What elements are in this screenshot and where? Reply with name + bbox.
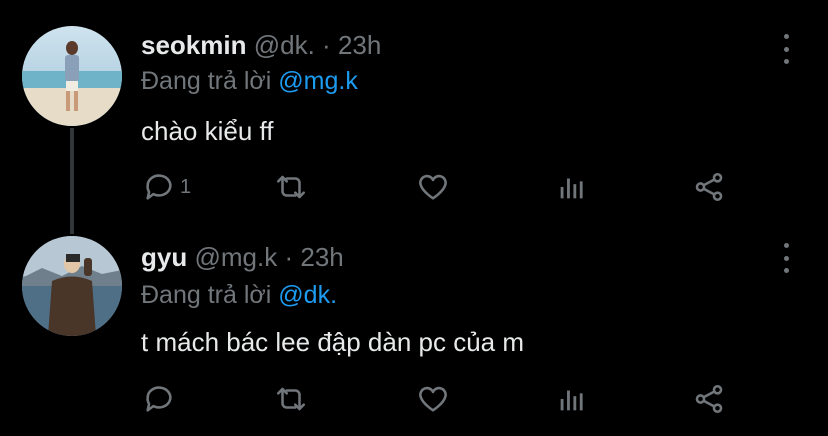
share-icon	[695, 384, 723, 414]
display-name[interactable]: gyu	[141, 242, 187, 272]
beach-photo-avatar-icon	[22, 26, 122, 126]
separator: ·	[284, 242, 294, 272]
views-icon	[560, 390, 583, 411]
more-options-button[interactable]	[774, 34, 798, 64]
handle[interactable]: @mg.k	[194, 242, 277, 272]
tweet-header: gyu @mg.k · 23h	[141, 242, 344, 273]
replying-to: Đang trả lời @dk.	[141, 281, 337, 310]
reply-icon	[146, 174, 172, 200]
like-button[interactable]	[416, 169, 450, 205]
separator: ·	[322, 30, 331, 60]
timestamp[interactable]: 23h	[300, 242, 343, 272]
more-icon	[783, 243, 789, 248]
action-bar: 1	[138, 169, 738, 205]
replying-handle-link[interactable]: @dk.	[278, 281, 337, 309]
views-button[interactable]	[555, 169, 589, 205]
share-button[interactable]	[692, 381, 726, 417]
handle[interactable]: @dk.	[254, 30, 315, 60]
thread-connector-line	[70, 128, 74, 234]
replying-to: Đang trả lời @mg.k	[141, 67, 358, 96]
replying-prefix: Đang trả lời	[141, 281, 272, 309]
lake-photo-avatar-icon	[22, 236, 122, 336]
reply-count: 1	[180, 175, 192, 198]
tweet-text: chào kiểu ff	[141, 116, 274, 146]
replying-handle-link[interactable]: @mg.k	[278, 67, 358, 95]
avatar[interactable]	[22, 26, 122, 126]
timestamp[interactable]: 23h	[338, 30, 381, 60]
like-icon	[419, 386, 447, 412]
reply-button[interactable]	[142, 381, 180, 417]
views-button[interactable]	[555, 381, 589, 417]
action-bar	[138, 381, 738, 417]
retweet-button[interactable]	[274, 169, 308, 205]
views-icon	[560, 178, 583, 199]
avatar[interactable]	[22, 236, 122, 336]
display-name[interactable]: seokmin	[141, 30, 247, 60]
like-button[interactable]	[416, 381, 450, 417]
share-icon	[695, 172, 723, 202]
like-icon	[419, 174, 447, 200]
reply-button[interactable]: 1	[142, 169, 191, 205]
reply-icon	[146, 386, 172, 412]
retweet-icon	[276, 387, 306, 411]
retweet-button[interactable]	[274, 381, 308, 417]
replying-prefix: Đang trả lời	[141, 67, 272, 95]
more-icon	[783, 34, 789, 39]
more-options-button[interactable]	[774, 243, 798, 273]
share-button[interactable]	[692, 169, 726, 205]
tweet-header: seokmin @dk. · 23h	[141, 30, 381, 61]
tweet-text: t mách bác lee đập dàn pc của m	[141, 327, 525, 357]
retweet-icon	[276, 175, 306, 199]
